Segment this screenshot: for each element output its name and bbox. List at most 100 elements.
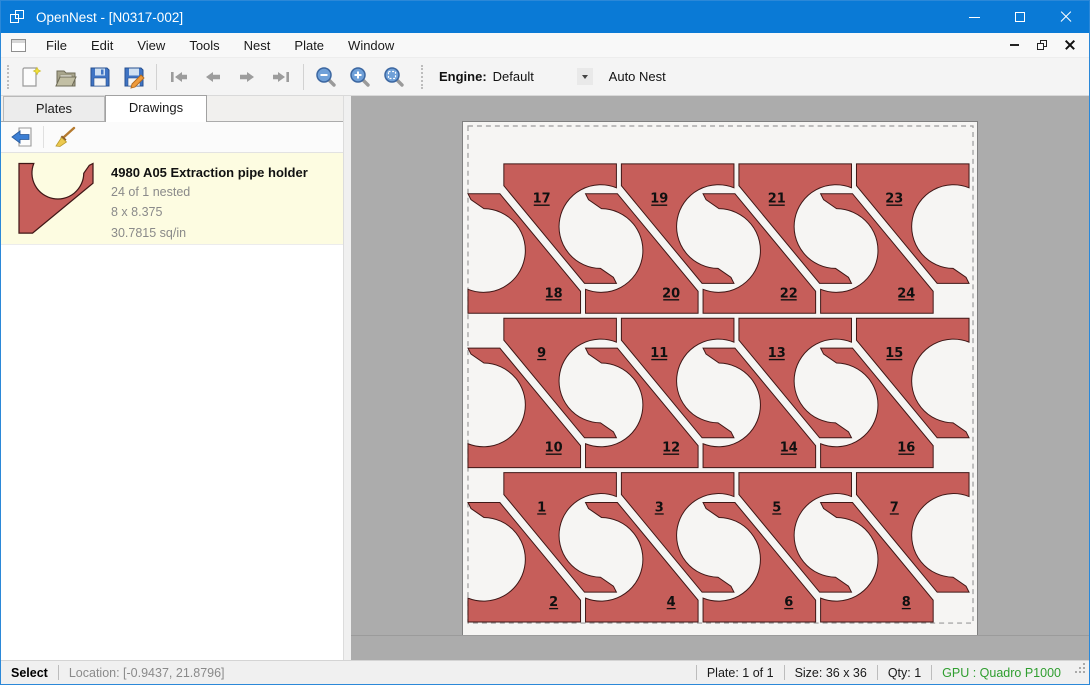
opennest-window: OpenNest - [N0317-002] File Edit View To… [0, 0, 1090, 685]
tab-plates[interactable]: Plates [3, 96, 105, 121]
maximize-icon [1015, 12, 1025, 22]
part-number-label: 6 [784, 595, 793, 610]
mdi-restore-icon [1037, 40, 1047, 50]
toolbar-grip[interactable] [7, 65, 9, 89]
toolbar-separator [303, 64, 304, 90]
menu-plate[interactable]: Plate [282, 35, 336, 56]
menu-view[interactable]: View [125, 35, 177, 56]
status-separator [696, 665, 697, 680]
part-number-label: 20 [662, 286, 680, 301]
panel-splitter[interactable] [343, 96, 351, 660]
panel-tabs: Plates Drawings [1, 96, 343, 122]
open-folder-icon [54, 65, 78, 89]
drawing-title: 4980 A05 Extraction pipe holder [111, 165, 308, 180]
part-number-label: 4 [667, 595, 676, 610]
status-qty: Qty: 1 [888, 666, 921, 680]
menu-edit[interactable]: Edit [79, 35, 125, 56]
minimize-button[interactable] [951, 1, 997, 33]
maximize-button[interactable] [997, 1, 1043, 33]
part-number-label: 24 [897, 286, 915, 301]
chevron-down-icon [582, 75, 588, 79]
title-bar[interactable]: OpenNest - [N0317-002] [1, 1, 1089, 33]
part-number-label: 19 [650, 192, 668, 207]
part-number-label: 15 [885, 346, 903, 361]
zoom-fit-icon [383, 66, 405, 88]
new-file-icon [20, 65, 44, 89]
status-separator [58, 665, 59, 680]
zoom-out-button[interactable] [309, 61, 343, 93]
drawing-size: 8 x 8.375 [111, 204, 308, 221]
main-area: Plates Drawings [1, 96, 1089, 660]
clear-button[interactable] [50, 124, 80, 151]
zoom-in-button[interactable] [343, 61, 377, 93]
engine-dropdown-button[interactable] [577, 68, 593, 85]
part-number-label: 17 [533, 192, 551, 207]
part-number-label: 12 [662, 441, 680, 456]
toolbar-grip[interactable] [421, 65, 423, 89]
mdi-close-button[interactable] [1065, 40, 1075, 50]
menu-bar: File Edit View Tools Nest Plate Window [1, 33, 1089, 58]
status-size: Size: 36 x 36 [795, 666, 867, 680]
resize-grip-icon[interactable] [1075, 671, 1085, 681]
mdi-close-icon [1065, 40, 1075, 50]
save-floppy-icon [88, 65, 112, 89]
mdi-minimize-button[interactable] [1010, 44, 1019, 46]
zoom-fit-button[interactable] [377, 61, 411, 93]
part-number-label: 14 [780, 441, 798, 456]
status-gpu: GPU : Quadro P1000 [942, 666, 1061, 680]
part-number-label: 13 [768, 346, 786, 361]
part-number-label: 21 [768, 192, 786, 207]
nav-next-icon [237, 68, 257, 86]
status-plate: Plate: 1 of 1 [707, 666, 774, 680]
nav-first-icon [169, 68, 189, 86]
mdi-document-icon[interactable] [11, 39, 26, 52]
drawing-list-item[interactable]: 4980 A05 Extraction pipe holder 24 of 1 … [1, 153, 343, 245]
part-number-label: 18 [545, 286, 563, 301]
menu-nest[interactable]: Nest [232, 35, 283, 56]
canvas-edge-line [351, 635, 1089, 636]
next-plate-button[interactable] [230, 61, 264, 93]
engine-value: Default [493, 69, 575, 84]
part-number-label: 1 [537, 500, 546, 515]
part-number-label: 11 [650, 346, 668, 361]
mdi-restore-button[interactable] [1037, 40, 1047, 50]
drawing-area: 30.7815 sq/in [111, 225, 308, 242]
main-toolbar: Engine: Default Auto Nest [1, 58, 1089, 96]
menu-tools[interactable]: Tools [177, 35, 231, 56]
open-button[interactable] [49, 61, 83, 93]
last-plate-button[interactable] [264, 61, 298, 93]
menu-window[interactable]: Window [336, 35, 406, 56]
left-panel: Plates Drawings [1, 96, 343, 660]
toolbar-separator [156, 64, 157, 90]
auto-nest-button[interactable]: Auto Nest [609, 69, 666, 84]
plate-sheet[interactable]: 171819202122232491011121314151612345678 [462, 121, 978, 636]
close-button[interactable] [1043, 1, 1089, 33]
save-as-button[interactable] [117, 61, 151, 93]
engine-select[interactable]: Default [493, 68, 593, 85]
part-number-label: 7 [890, 500, 899, 515]
status-location: Location: [-0.9437, 21.8796] [69, 666, 225, 680]
zoom-out-icon [315, 66, 337, 88]
new-button[interactable] [15, 61, 49, 93]
part-number-label: 8 [902, 595, 911, 610]
nav-last-icon [271, 68, 291, 86]
previous-plate-button[interactable] [196, 61, 230, 93]
return-arrow-icon [10, 126, 34, 148]
tab-drawings[interactable]: Drawings [105, 95, 207, 122]
part-number-label: 22 [780, 286, 798, 301]
menu-file[interactable]: File [34, 35, 79, 56]
return-part-button[interactable] [7, 124, 37, 151]
part-number-label: 3 [655, 500, 664, 515]
zoom-in-icon [349, 66, 371, 88]
part-thumbnail [17, 161, 95, 235]
first-plate-button[interactable] [162, 61, 196, 93]
part-number-label: 23 [885, 192, 903, 207]
save-button[interactable] [83, 61, 117, 93]
part-number-label: 2 [549, 595, 558, 610]
drawings-toolbar [1, 122, 343, 153]
minimize-icon [969, 17, 980, 18]
nesting-canvas[interactable]: 171819202122232491011121314151612345678 [351, 96, 1089, 660]
part-number-label: 16 [897, 441, 915, 456]
status-separator [784, 665, 785, 680]
mdi-minimize-icon [1010, 44, 1019, 46]
